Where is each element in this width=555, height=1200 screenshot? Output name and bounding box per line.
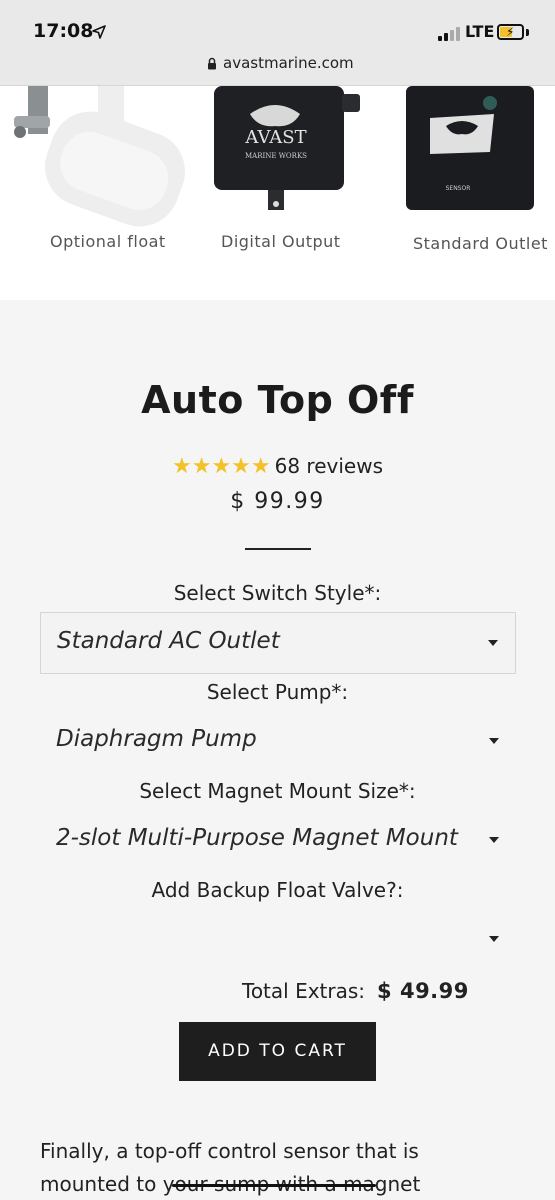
gallery-label-optional-float: Optional float <box>50 232 166 251</box>
divider <box>245 548 311 550</box>
switch-style-select[interactable]: Standard AC Outlet <box>40 612 516 674</box>
product-description: Finally, a top-off control sensor that i… <box>40 1139 421 1196</box>
dropdown-caret-icon <box>489 738 499 744</box>
battery-icon: ⚡ <box>497 24 524 40</box>
lock-icon <box>208 57 216 70</box>
optional-float-image <box>14 86 185 227</box>
pump-select[interactable]: Diaphragm Pump <box>40 711 516 773</box>
dropdown-caret-icon <box>488 640 498 646</box>
dropdown-caret-icon <box>489 936 499 942</box>
add-to-cart-button[interactable]: ADD TO CART <box>179 1022 376 1081</box>
total-extras: Total Extras: $ 49.99 <box>242 979 469 1003</box>
dropdown-caret-icon <box>489 837 499 843</box>
svg-text:SENSOR: SENSOR <box>446 185 471 192</box>
gallery-label-digital-output: Digital Output <box>221 232 341 251</box>
total-extras-label: Total Extras: <box>242 979 366 1003</box>
gallery-label-standard-outlet: Standard Outlet <box>413 234 548 253</box>
star-rating-icon: ★★★★★ <box>172 454 271 479</box>
location-arrow-icon <box>92 25 106 39</box>
signal-strength-icon <box>438 25 462 41</box>
standard-outlet-image: SENSOR <box>406 86 534 210</box>
status-time: 17:08 <box>33 20 94 42</box>
magnet-mount-select[interactable]: 2-slot Multi-Purpose Magnet Mount <box>40 810 516 872</box>
network-type: LTE <box>465 22 495 41</box>
product-title: Auto Top Off <box>141 378 414 422</box>
svg-text:AVAST: AVAST <box>244 127 306 148</box>
product-rating[interactable]: ★★★★★ 68 reviews <box>0 454 555 479</box>
digital-output-image: AVAST MARINE WORKS <box>214 86 360 210</box>
svg-text:MARINE WORKS: MARINE WORKS <box>245 152 307 160</box>
pump-value: Diaphragm Pump <box>56 726 257 752</box>
magnet-mount-value: 2-slot Multi-Purpose Magnet Mount <box>56 825 458 851</box>
switch-style-label: Select Switch Style*: <box>173 581 382 605</box>
url-text[interactable]: avastmarine.com <box>223 54 354 72</box>
browser-top-bar: 17:08 LTE ⚡ avastmarine.com <box>0 0 555 86</box>
total-extras-amount: $ 49.99 <box>377 979 469 1003</box>
product-images[interactable]: AVAST MARINE WORKS SENSOR <box>0 86 555 300</box>
product-image-gallery[interactable]: AVAST MARINE WORKS SENSOR Optional float… <box>0 86 555 300</box>
text-overlay-mark <box>172 1184 376 1187</box>
battery-cap <box>526 29 529 36</box>
magnet-mount-label: Select Magnet Mount Size*: <box>139 779 416 803</box>
backup-float-label: Add Backup Float Valve?: <box>151 878 404 902</box>
product-price: $ 99.99 <box>230 489 325 514</box>
reviews-count[interactable]: 68 reviews <box>275 454 383 478</box>
switch-style-value: Standard AC Outlet <box>57 628 280 654</box>
pump-label: Select Pump*: <box>206 680 349 704</box>
backup-float-select[interactable] <box>40 909 516 971</box>
